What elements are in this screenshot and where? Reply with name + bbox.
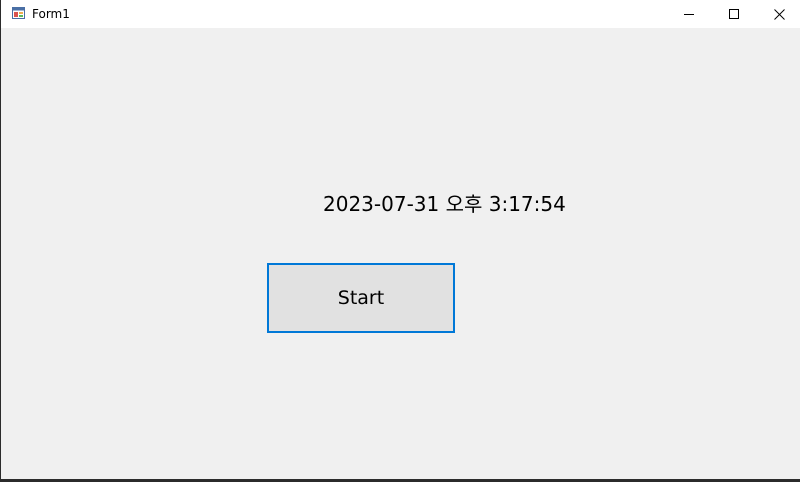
- window-title: Form1: [32, 7, 70, 21]
- maximize-button[interactable]: [711, 0, 757, 28]
- close-icon: [773, 8, 785, 20]
- start-button[interactable]: Start: [267, 263, 455, 333]
- datetime-label: 2023-07-31 오후 3:17:54: [323, 192, 566, 216]
- app-icon: [12, 7, 25, 19]
- minimize-button[interactable]: [666, 0, 712, 28]
- minimize-icon: [684, 14, 694, 15]
- app-window: Form1 2023-07-31 오후 3:17:54 Start: [0, 0, 800, 482]
- maximize-icon: [729, 9, 739, 19]
- form-client-area: 2023-07-31 오후 3:17:54 Start: [1, 28, 800, 479]
- close-button[interactable]: [756, 0, 800, 28]
- title-bar[interactable]: Form1: [1, 0, 800, 28]
